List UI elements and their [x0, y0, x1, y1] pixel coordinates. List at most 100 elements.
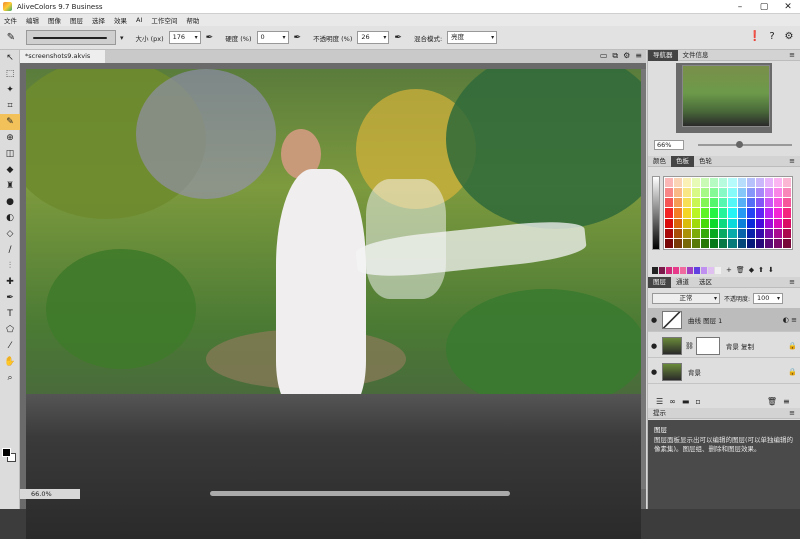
swatch-cell[interactable]: [701, 178, 710, 188]
swatch-cell[interactable]: [746, 218, 755, 228]
tab-color[interactable]: 颜色: [648, 156, 671, 167]
swatch-cell[interactable]: [737, 208, 746, 218]
swatch-cell[interactable]: [728, 208, 737, 218]
swatch-cell[interactable]: [755, 188, 764, 198]
swatch-cell[interactable]: [674, 178, 683, 188]
panel-menu-icon[interactable]: ≡: [789, 409, 795, 417]
shape-tool-icon[interactable]: ⬠: [0, 322, 20, 338]
swatch-cell[interactable]: [665, 228, 674, 238]
swatch-cell[interactable]: [665, 188, 674, 198]
layer-style-icon[interactable]: ☰: [656, 397, 663, 406]
magic-wand-icon[interactable]: ✦: [0, 82, 20, 98]
layer-opacity-field[interactable]: 100: [753, 292, 784, 304]
navigator-zoom-knob[interactable]: [736, 141, 743, 148]
panel-menu-icon[interactable]: ≡: [783, 397, 790, 406]
help-icon[interactable]: ?: [765, 30, 779, 44]
chevron-down-icon[interactable]: ▾: [120, 34, 124, 42]
swatch-cell[interactable]: [746, 198, 755, 208]
lock-icon[interactable]: 🔒: [788, 368, 797, 376]
tab-color-wheel[interactable]: 色轮: [694, 156, 717, 167]
tab-file-info[interactable]: 文件信息: [678, 50, 714, 61]
swatch-cell[interactable]: [665, 198, 674, 208]
swatch-cell[interactable]: [683, 188, 692, 198]
new-layer-icon[interactable]: ▫: [695, 397, 700, 406]
add-swatch-icon[interactable]: +: [726, 266, 732, 274]
layer-adjust-icon[interactable]: ◐ ≡: [783, 316, 797, 324]
swatch-cell[interactable]: [710, 218, 719, 228]
swatch-cell[interactable]: [737, 238, 746, 248]
tab-swatches[interactable]: 色板: [671, 155, 694, 167]
zoom-tool-icon[interactable]: ⌕: [0, 370, 20, 386]
eraser-tool-icon[interactable]: ◫: [0, 146, 20, 162]
navigator-thumbnail[interactable]: [682, 65, 770, 127]
pen-pressure-icon[interactable]: ✒: [206, 33, 214, 43]
swatch-cell[interactable]: [764, 218, 773, 228]
swatch-cell[interactable]: [755, 178, 764, 188]
swatch-cell[interactable]: [737, 178, 746, 188]
grayscale-strip[interactable]: [652, 176, 660, 250]
layer-item[interactable]: ● 背景 🔒: [648, 360, 800, 384]
import-icon[interactable]: ⬆: [758, 266, 764, 274]
link-icon[interactable]: ⛓: [685, 342, 694, 350]
swatch-cell[interactable]: [665, 178, 674, 188]
clone-stamp-icon[interactable]: ⊕: [0, 130, 20, 146]
maximize-icon[interactable]: ▢: [752, 0, 776, 14]
swatch-cell[interactable]: [719, 238, 728, 248]
panel-menu-icon[interactable]: ≡: [789, 51, 795, 59]
swatch-cell[interactable]: [773, 198, 782, 208]
swatch-cell[interactable]: [719, 208, 728, 218]
swatch-cell[interactable]: [728, 228, 737, 238]
delete-layer-icon[interactable]: 🗑: [767, 397, 777, 406]
swatch-cell[interactable]: [782, 238, 791, 248]
swatch-cell[interactable]: [683, 208, 692, 218]
document-tab[interactable]: *screenshots9.akvis: [20, 50, 105, 63]
lock-icon[interactable]: 🔒: [788, 342, 797, 350]
navigator-zoom-slider[interactable]: [698, 144, 792, 146]
swatch-cell[interactable]: [674, 238, 683, 248]
symmetry-tool-icon[interactable]: ⫶: [0, 258, 20, 274]
swatch-cell[interactable]: [692, 178, 701, 188]
size-field[interactable]: 176: [168, 31, 201, 44]
menu-ai[interactable]: AI: [136, 16, 142, 24]
swatch-cell[interactable]: [773, 218, 782, 228]
swatch-cell[interactable]: [701, 198, 710, 208]
tab-hint[interactable]: 提示: [648, 408, 671, 419]
swatch-cell[interactable]: [710, 238, 719, 248]
pen-tool-icon[interactable]: ✒: [0, 290, 20, 306]
swatch-cell[interactable]: [710, 178, 719, 188]
export-icon[interactable]: ⬇: [768, 266, 774, 274]
hardness-field[interactable]: 0: [256, 31, 289, 44]
eye-icon[interactable]: ●: [648, 368, 660, 376]
eye-icon[interactable]: ●: [648, 316, 660, 324]
fill-icon[interactable]: ◆: [749, 266, 754, 274]
swatch-cell[interactable]: [782, 178, 791, 188]
swatch-cell[interactable]: [764, 238, 773, 248]
swatch-cell[interactable]: [719, 228, 728, 238]
selection-tool-icon[interactable]: ⬚: [0, 66, 20, 82]
swatch-cell[interactable]: [719, 218, 728, 228]
menu-effects[interactable]: 效果: [114, 15, 127, 25]
smudge-tool-icon[interactable]: ◐: [0, 210, 20, 226]
swatch-cell[interactable]: [692, 198, 701, 208]
swatch-cell[interactable]: [692, 228, 701, 238]
menu-icon[interactable]: ≡: [635, 51, 642, 61]
swatch-cell[interactable]: [764, 198, 773, 208]
stamp-tool-icon[interactable]: ♜: [0, 178, 20, 194]
swatch-cell[interactable]: [782, 198, 791, 208]
swatch-cell[interactable]: [764, 228, 773, 238]
swatch-cell[interactable]: [737, 188, 746, 198]
folder-icon[interactable]: ▬: [682, 397, 690, 406]
image-canvas[interactable]: [26, 69, 641, 539]
brush-preview[interactable]: [26, 30, 116, 45]
heal-tool-icon[interactable]: ✚: [0, 274, 20, 290]
link-icon[interactable]: ∞: [669, 397, 676, 406]
fill-tool-icon[interactable]: ◆: [0, 162, 20, 178]
swatch-cell[interactable]: [674, 208, 683, 218]
swatch-cell[interactable]: [701, 208, 710, 218]
menu-workspace[interactable]: 工作空间: [151, 15, 177, 25]
swatch-cell[interactable]: [683, 178, 692, 188]
hand-tool-icon[interactable]: ✋: [0, 354, 20, 370]
move-tool-icon[interactable]: ↖: [0, 50, 20, 66]
swatch-cell[interactable]: [701, 188, 710, 198]
gear-icon[interactable]: ⚙: [623, 51, 630, 61]
